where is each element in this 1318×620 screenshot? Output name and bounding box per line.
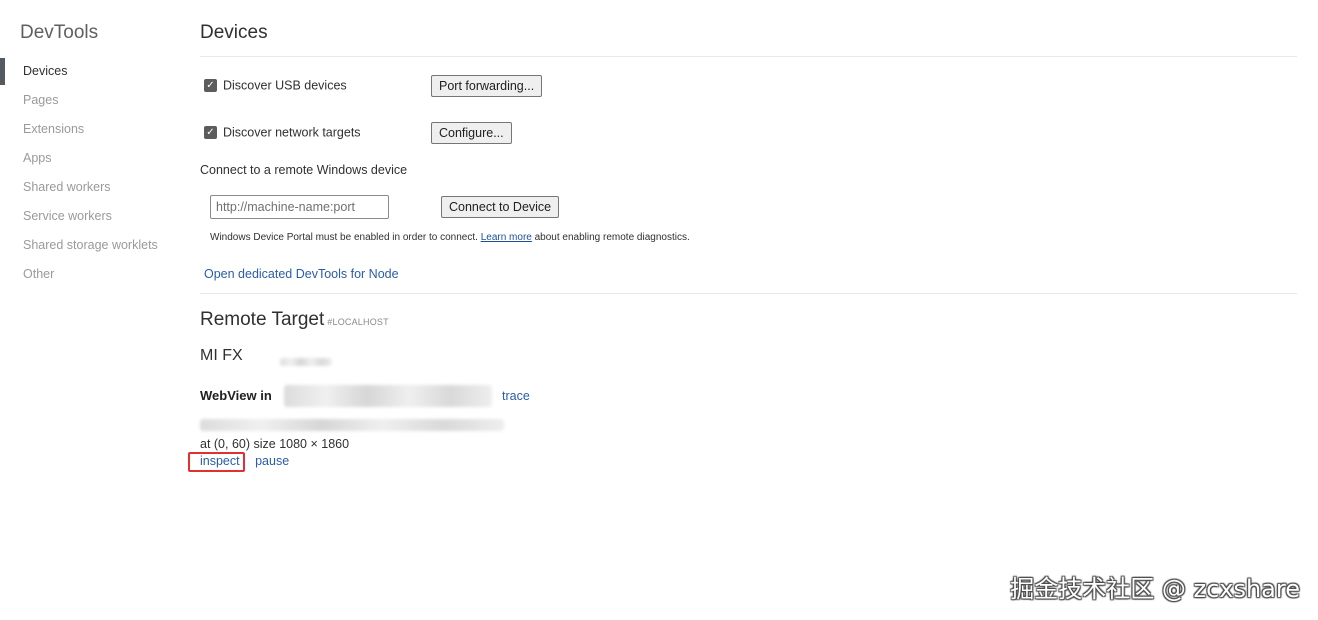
main-panel: Devices ✓ Discover USB devices Port forwa… (188, 0, 1298, 620)
sidebar-item-shared-workers[interactable]: Shared workers (0, 173, 190, 202)
remote-device-url-input[interactable] (210, 195, 389, 219)
discover-network-checkbox[interactable]: ✓ (204, 126, 217, 140)
remote-target-tag: #LOCALHOST (327, 317, 389, 327)
webview-target-header: WebView in (200, 388, 272, 403)
sidebar-item-extensions[interactable]: Extensions (0, 115, 190, 144)
configure-button[interactable]: Configure... (431, 122, 512, 144)
portal-note: Windows Device Portal must be enabled in… (210, 232, 690, 243)
sidebar-item-shared-storage-worklets[interactable]: Shared storage worklets (0, 231, 190, 260)
remote-target-title: Remote Target #LOCALHOST (200, 309, 389, 331)
redacted-package-name (284, 385, 492, 407)
connect-to-device-button[interactable]: Connect to Device (441, 196, 560, 218)
title-divider (200, 56, 1297, 57)
discover-network-label: Discover network targets (223, 125, 361, 140)
port-forwarding-button[interactable]: Port forwarding... (431, 75, 543, 97)
redacted-device-serial (280, 358, 332, 366)
sidebar-nav: Devices Pages Extensions Apps Shared wor… (0, 57, 190, 289)
sidebar: DevTools Devices Pages Extensions Apps S… (0, 0, 190, 620)
discover-usb-row: ✓ Discover USB devices (200, 78, 347, 93)
section-divider (200, 293, 1297, 294)
devtools-inspect-page: DevTools Devices Pages Extensions Apps S… (0, 0, 1318, 620)
discover-usb-label: Discover USB devices (223, 78, 347, 93)
portal-note-text-after: about enabling remote diagnostics. (531, 232, 690, 243)
target-meta: at (0, 60) size 1080 × 1860 (200, 437, 350, 451)
webview-label: WebView in (200, 388, 272, 403)
open-node-devtools-link[interactable]: Open dedicated DevTools for Node (204, 267, 399, 281)
inspect-link[interactable]: inspect (200, 454, 240, 468)
remote-windows-label: Connect to a remote Windows device (200, 163, 408, 177)
remote-target-title-text: Remote Target (200, 309, 325, 330)
app-title: DevTools (20, 22, 99, 43)
page-title: Devices (200, 22, 268, 43)
portal-note-text: Windows Device Portal must be enabled in… (210, 232, 481, 243)
device-name: MI FX (200, 347, 243, 361)
learn-more-link[interactable]: Learn more (481, 232, 532, 243)
sidebar-item-service-workers[interactable]: Service workers (0, 202, 190, 231)
sidebar-item-pages[interactable]: Pages (0, 86, 190, 115)
trace-link[interactable]: trace (502, 389, 530, 403)
sidebar-item-devices[interactable]: Devices (0, 57, 190, 86)
sidebar-item-other[interactable]: Other (0, 260, 190, 289)
redacted-target-url (200, 419, 504, 431)
sidebar-item-apps[interactable]: Apps (0, 144, 190, 173)
pause-link[interactable]: pause (255, 454, 289, 468)
watermark: 掘金技术社区 @ zcxshare (1010, 575, 1300, 603)
discover-network-row: ✓ Discover network targets (200, 125, 361, 140)
discover-usb-checkbox[interactable]: ✓ (204, 79, 217, 93)
target-actions: inspect pause (188, 452, 289, 472)
